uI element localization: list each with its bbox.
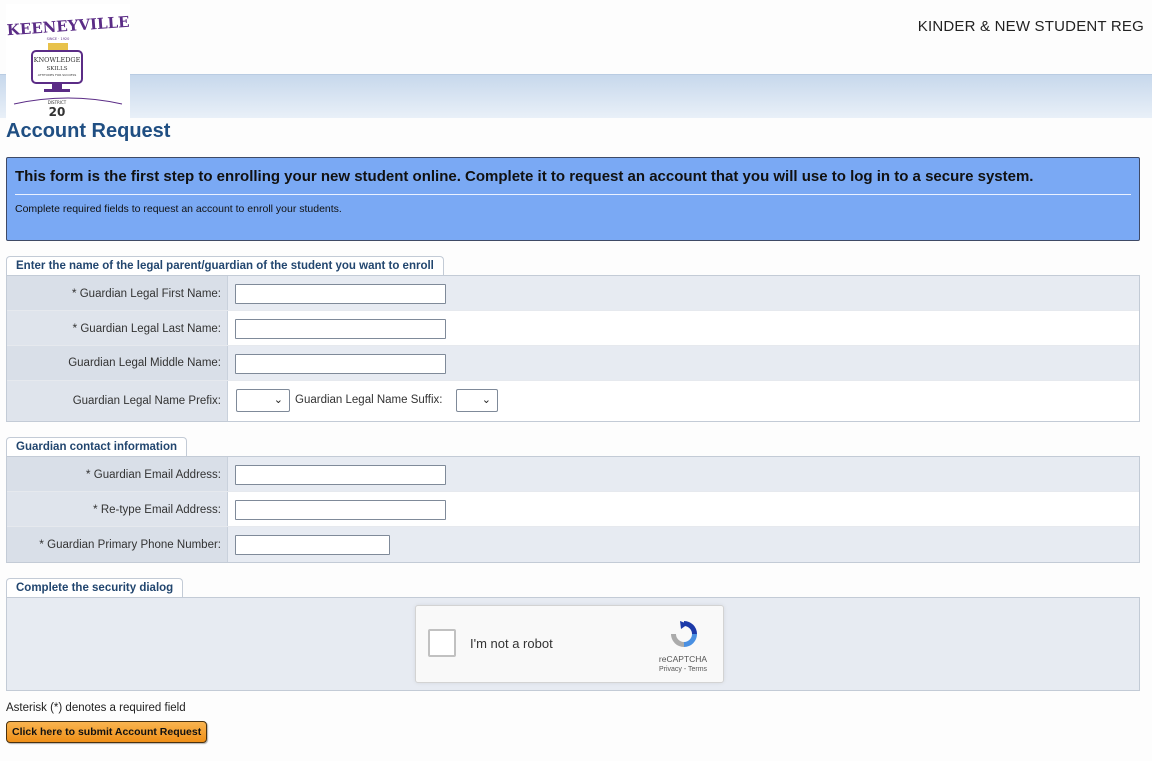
first-name-input[interactable] [235,284,446,304]
first-name-row: * Guardian Legal First Name: [7,276,1139,311]
email-label: * Guardian Email Address: [7,457,228,491]
suffix-select[interactable]: ⌄ [456,389,498,412]
phone-label: * Guardian Primary Phone Number: [7,527,228,562]
retype-email-label-text: Re-type Email Address: [100,504,221,516]
banner-heading: This form is the first step to enrolling… [15,168,1034,185]
required-marker: * [85,467,91,481]
contact-panel: * Guardian Email Address: * Re-type Emai… [6,456,1140,563]
email-row: * Guardian Email Address: [7,457,1139,492]
guardian-name-tab: Enter the name of the legal parent/guard… [6,256,444,276]
district-logo[interactable]: KEENEYVILLE SINCE · 1920 KNOWLEDGE SKILL… [6,4,130,120]
recaptcha-privacy-terms-link[interactable]: Privacy - Terms [642,666,724,673]
retype-email-input[interactable] [235,500,446,520]
logo-year-text: SINCE · 1920 [47,37,70,41]
middle-name-row: Guardian Legal Middle Name: [7,346,1139,381]
phone-input[interactable] [235,535,390,555]
email-input[interactable] [235,465,446,485]
last-name-label: * Guardian Legal Last Name: [7,311,228,345]
contact-tab: Guardian contact information [6,437,188,457]
retype-email-row: * Re-type Email Address: [7,492,1139,527]
required-marker: * [92,502,98,516]
banner-subtext: Complete required fields to request an a… [15,203,342,215]
retype-email-label: * Re-type Email Address: [7,492,228,526]
info-banner: This form is the first step to enrolling… [6,157,1140,241]
phone-row: * Guardian Primary Phone Number: [7,527,1139,562]
first-name-label-text: Guardian Legal First Name: [79,288,221,300]
security-tab: Complete the security dialog [6,578,184,598]
required-marker: * [39,537,44,551]
email-label-text: Guardian Email Address: [93,469,221,481]
prefix-suffix-row: Guardian Legal Name Prefix: ⌄ Guardian L… [7,381,1139,421]
last-name-row: * Guardian Legal Last Name: [7,311,1139,346]
recaptcha-logo-icon [671,621,697,647]
prefix-select[interactable]: ⌄ [236,389,290,412]
required-marker: * [72,321,78,335]
logo-line-skills: SKILLS [46,66,67,72]
required-marker: * [71,286,77,300]
middle-name-label: Guardian Legal Middle Name: [7,346,228,380]
suffix-label: Guardian Legal Name Suffix: [295,394,443,406]
chevron-down-icon: ⌄ [273,394,283,406]
middle-name-input[interactable] [235,354,446,374]
phone-label-text: Guardian Primary Phone Number: [47,539,221,551]
banner-divider [15,194,1131,195]
page-title: Account Request [6,120,171,142]
guardian-name-panel: * Guardian Legal First Name: * Guardian … [6,275,1140,422]
last-name-input[interactable] [235,319,446,339]
prefix-label: Guardian Legal Name Prefix: [7,381,228,421]
site-title: KINDER & NEW STUDENT REG [917,18,1144,35]
last-name-label-text: Guardian Legal Last Name: [80,323,221,335]
header-band [0,74,1152,118]
recaptcha-label: I'm not a robot [470,636,553,651]
required-field-note: Asterisk (*) denotes a required field [6,702,186,714]
logo-line-attitudes: ATTITUDES FOR SUCCESS [38,73,77,77]
header: KEENEYVILLE SINCE · 1920 KNOWLEDGE SKILL… [0,0,1152,120]
recaptcha-widget: I'm not a robot reCAPTCHA Privacy - Term… [415,605,724,683]
recaptcha-checkbox[interactable] [428,629,456,657]
chevron-down-icon: ⌄ [481,394,491,406]
recaptcha-brand: reCAPTCHA [658,654,708,664]
submit-account-request-button[interactable]: Click here to submit Account Request [6,721,208,743]
logo-line-knowledge: KNOWLEDGE [34,56,81,64]
security-panel: I'm not a robot reCAPTCHA Privacy - Term… [6,597,1140,691]
first-name-label: * Guardian Legal First Name: [7,276,228,310]
logo-district-number: 20 [49,105,66,119]
